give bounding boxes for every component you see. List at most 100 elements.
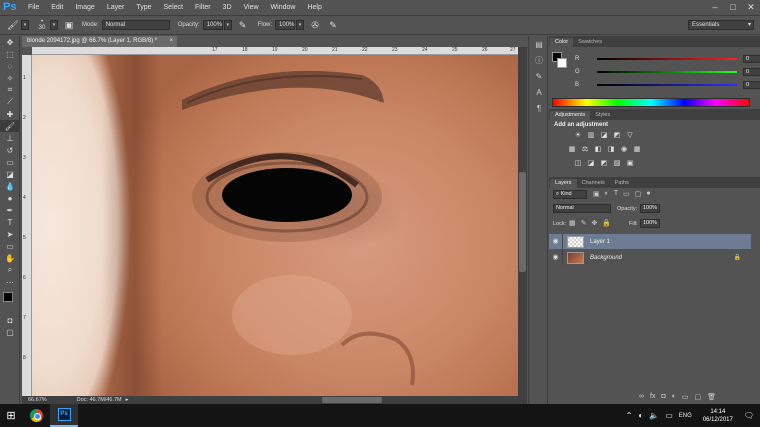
language-indicator[interactable]: ENG: [679, 413, 692, 419]
menu-image[interactable]: Image: [69, 0, 100, 15]
blue-value[interactable]: 0: [743, 81, 760, 89]
status-menu-arrow-icon[interactable]: ▸: [126, 397, 129, 403]
lock-pixels-icon[interactable]: ✎: [581, 219, 587, 227]
paragraph-panel-icon[interactable]: ¶: [529, 100, 549, 116]
tab-styles[interactable]: Styles: [590, 111, 615, 120]
battery-icon[interactable]: ▭: [665, 411, 673, 420]
layer-row-layer-1[interactable]: ◉ Layer 1: [549, 234, 751, 249]
show-hidden-icons-icon[interactable]: ⌃: [626, 411, 633, 420]
vibrance-icon[interactable]: ▽: [625, 131, 635, 140]
menu-help[interactable]: Help: [301, 0, 327, 15]
tab-paths[interactable]: Paths: [610, 179, 634, 188]
tab-swatches[interactable]: Swatches: [573, 38, 607, 47]
selective-color-icon[interactable]: ▣: [625, 159, 635, 168]
history-brush-tool-icon[interactable]: ↺: [0, 144, 20, 156]
hue-saturation-icon[interactable]: ▦: [567, 145, 577, 154]
threshold-icon[interactable]: ◩: [599, 159, 609, 168]
opacity-dropdown[interactable]: ▾: [223, 20, 232, 30]
curves-icon[interactable]: ◪: [599, 131, 609, 140]
menu-edit[interactable]: Edit: [45, 0, 69, 15]
dodge-tool-icon[interactable]: ●: [0, 192, 20, 204]
properties-panel-icon[interactable]: ⓘ: [529, 52, 549, 68]
tab-adjustments[interactable]: Adjustments: [550, 111, 591, 120]
visibility-eye-icon[interactable]: ◉: [549, 234, 563, 249]
blend-mode-select[interactable]: Normal: [553, 204, 611, 213]
opacity-input[interactable]: 100%: [202, 20, 223, 30]
new-adjustment-layer-icon[interactable]: ◐: [672, 393, 676, 401]
menu-view[interactable]: View: [238, 0, 265, 15]
volume-icon[interactable]: 🔈: [649, 411, 659, 420]
foreground-color-swatch[interactable]: [3, 292, 13, 302]
tab-color[interactable]: Color: [550, 38, 574, 47]
layer-row-background[interactable]: ◉ Background 🔒: [549, 250, 751, 265]
color-lookup-icon[interactable]: ▦: [632, 145, 642, 154]
crop-tool-icon[interactable]: ⌗: [0, 84, 20, 96]
history-panel-icon[interactable]: ▤: [529, 36, 549, 52]
filter-toggle-icon[interactable]: ●: [646, 190, 650, 198]
color-spectrum[interactable]: [552, 98, 750, 107]
menu-3d[interactable]: 3D: [217, 0, 238, 15]
photoshop-taskbar-button[interactable]: Ps: [50, 404, 78, 427]
mode-select[interactable]: Normal: [101, 20, 170, 30]
brush-panel-icon[interactable]: ✎: [529, 68, 549, 84]
chrome-taskbar-button[interactable]: [22, 404, 50, 427]
invert-icon[interactable]: ◫: [573, 159, 583, 168]
color-balance-icon[interactable]: ⚖: [580, 145, 590, 154]
brush-tool-icon[interactable]: 🖌: [0, 120, 20, 132]
add-mask-icon[interactable]: ◘: [661, 393, 665, 401]
green-value[interactable]: 0: [743, 68, 760, 76]
pressure-opacity-icon[interactable]: ✎: [236, 18, 250, 32]
lasso-tool-icon[interactable]: ◌: [0, 60, 20, 72]
network-icon[interactable]: ◐: [638, 411, 643, 420]
brush-tool-preset-icon[interactable]: 🖌: [6, 18, 20, 32]
brush-picker-dropdown[interactable]: ▾: [50, 20, 58, 30]
green-slider[interactable]: [597, 71, 737, 73]
zoom-level[interactable]: 66.67%: [28, 397, 47, 403]
zoom-tool-icon[interactable]: ⌕: [0, 264, 20, 276]
channel-mixer-icon[interactable]: ◉: [619, 145, 629, 154]
document-canvas[interactable]: [32, 55, 518, 396]
photo-filter-icon[interactable]: ◨: [606, 145, 616, 154]
filter-type-icon[interactable]: T: [614, 190, 618, 198]
menu-file[interactable]: File: [22, 0, 45, 15]
eyedropper-tool-icon[interactable]: ⟋: [0, 96, 20, 108]
menu-layer[interactable]: Layer: [101, 0, 131, 15]
healing-brush-tool-icon[interactable]: ✚: [0, 108, 20, 120]
layer-name[interactable]: Layer 1: [590, 239, 610, 245]
filter-adjustment-icon[interactable]: ◐: [605, 190, 609, 198]
airbrush-icon[interactable]: ✇: [308, 18, 322, 32]
red-value[interactable]: 0: [743, 55, 760, 63]
vertical-scroll-thumb[interactable]: [519, 172, 526, 272]
eraser-tool-icon[interactable]: ▭: [0, 156, 20, 168]
flow-dropdown[interactable]: ▾: [296, 20, 305, 30]
visibility-eye-icon[interactable]: ◉: [549, 250, 563, 265]
lock-position-icon[interactable]: ✥: [592, 219, 598, 227]
layer-name[interactable]: Background: [590, 255, 622, 261]
gradient-map-icon[interactable]: ▨: [612, 159, 622, 168]
fill-input[interactable]: 100%: [640, 219, 660, 228]
quick-select-tool-icon[interactable]: ✧: [0, 72, 20, 84]
clock[interactable]: 14:14 06/12/2017: [703, 408, 733, 424]
levels-icon[interactable]: ▥: [586, 131, 596, 140]
pressure-size-icon[interactable]: ✎: [326, 18, 340, 32]
flow-input[interactable]: 100%: [275, 20, 296, 30]
close-document-icon[interactable]: ×: [169, 36, 173, 47]
filter-shape-icon[interactable]: ▭: [623, 190, 630, 198]
character-panel-icon[interactable]: A: [529, 84, 549, 100]
path-select-tool-icon[interactable]: ➤: [0, 228, 20, 240]
layer-style-icon[interactable]: fx: [650, 393, 655, 401]
brush-size-picker[interactable]: • 30: [35, 18, 49, 32]
brightness-contrast-icon[interactable]: ☀: [573, 131, 583, 140]
layer-filter-kind-select[interactable]: ⌕ Kind: [553, 190, 587, 199]
tab-layers[interactable]: Layers: [550, 179, 577, 188]
close-window-button[interactable]: ✕: [742, 0, 760, 15]
menu-filter[interactable]: Filter: [189, 0, 217, 15]
shape-tool-icon[interactable]: ▭: [0, 240, 20, 252]
tab-channels[interactable]: Channels: [577, 179, 610, 188]
exposure-icon[interactable]: ◩: [612, 131, 622, 140]
screen-mode-icon[interactable]: ▢: [0, 326, 20, 338]
new-group-icon[interactable]: ▭: [682, 393, 689, 401]
delete-layer-icon[interactable]: 🗑: [707, 393, 716, 401]
pen-tool-icon[interactable]: ✒: [0, 204, 20, 216]
menu-type[interactable]: Type: [130, 0, 157, 15]
